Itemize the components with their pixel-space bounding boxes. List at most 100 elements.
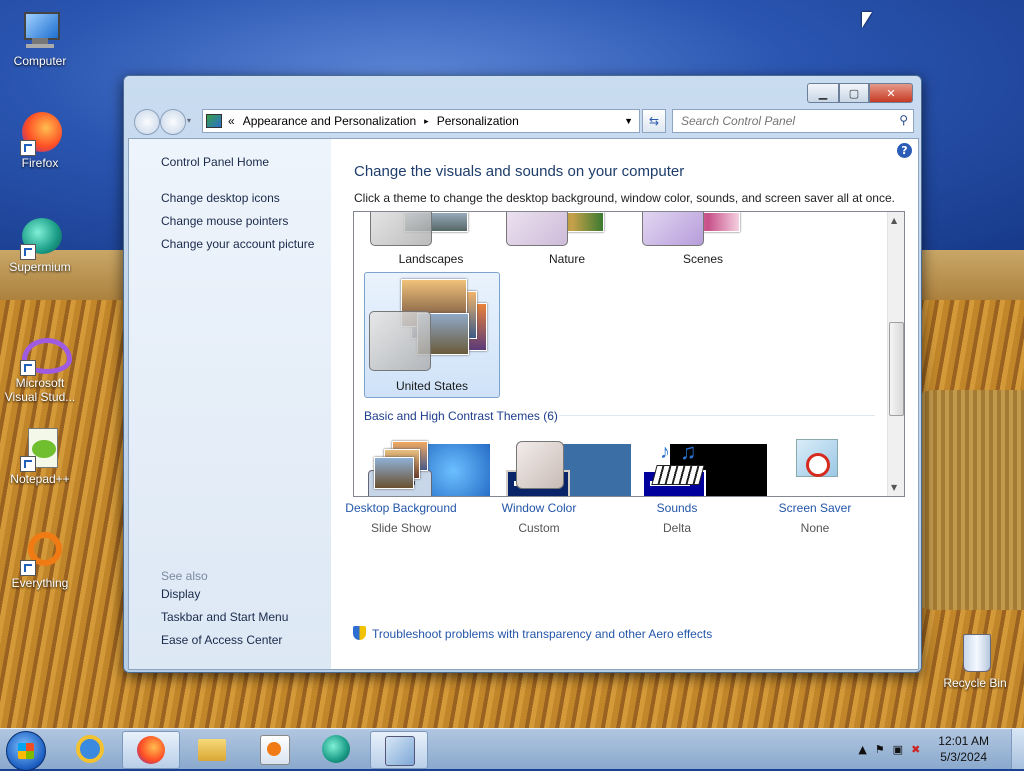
theme-nature[interactable]: Nature xyxy=(500,212,634,268)
notepadpp-icon xyxy=(18,426,62,472)
tile-label[interactable]: Window Color xyxy=(469,501,609,515)
taskbar-supermium[interactable] xyxy=(308,731,364,767)
theme-scenes[interactable]: Scenes xyxy=(636,212,770,268)
tile-window-color[interactable]: Window Color Custom xyxy=(469,439,609,535)
start-button[interactable] xyxy=(6,731,46,771)
recent-pages-chevron-icon[interactable]: ▾ xyxy=(187,116,191,125)
troubleshoot-link-text[interactable]: Troubleshoot problems with transparency … xyxy=(372,627,712,641)
sidebar-link-taskbar[interactable]: Taskbar and Start Menu xyxy=(161,610,288,624)
theme-label-scenes: Scenes xyxy=(682,252,724,266)
recycle-bin-icon xyxy=(953,630,997,674)
desktop-icon-recycle-bin[interactable]: Recycle Bin xyxy=(935,630,1015,690)
help-icon[interactable]: ? xyxy=(897,143,912,158)
group-divider xyxy=(559,415,875,416)
page-title: Change the visuals and sounds on your co… xyxy=(354,163,685,180)
screen-saver-icon xyxy=(784,439,846,495)
window-color-icon xyxy=(508,439,570,495)
breadcrumb-prefix[interactable]: « xyxy=(228,114,235,128)
tile-value: Slide Show xyxy=(370,521,432,535)
supermium-icon xyxy=(18,214,62,260)
folder-icon xyxy=(198,739,226,761)
breadcrumb-item-appearance[interactable]: Appearance and Personalization xyxy=(243,114,416,128)
sidebar-link-control-panel-home[interactable]: Control Panel Home xyxy=(161,155,269,169)
theme-label-landscapes: Landscapes xyxy=(398,252,464,266)
close-button[interactable]: ✕ xyxy=(869,83,913,103)
internet-explorer-icon xyxy=(76,735,104,763)
tile-sounds[interactable]: ♪ ♫ Sounds Delta xyxy=(607,439,747,535)
taskbar-media-player[interactable] xyxy=(246,731,302,767)
desktop-hay-bale xyxy=(905,390,1024,610)
address-bar[interactable]: « Appearance and Personalization ▸ Perso… xyxy=(202,109,640,133)
theme-list-scrollbar[interactable]: ▲ ▼ xyxy=(887,212,904,496)
desktop-icon-visual-studio[interactable]: Microsoft Visual Stud... xyxy=(0,330,80,404)
personalization-window: ▁ ▢ ✕ ▾ « Appearance and Personalization… xyxy=(123,75,922,673)
basic-themes-heading: Basic and High Contrast Themes (6) xyxy=(364,409,558,423)
desktop-icon-label: Recycle Bin xyxy=(943,676,1007,690)
forward-button[interactable] xyxy=(160,109,186,135)
back-button[interactable] xyxy=(134,109,160,135)
search-input[interactable] xyxy=(673,110,888,132)
action-center-flag-icon[interactable]: ⚑ xyxy=(875,743,885,756)
minimize-button[interactable]: ▁ xyxy=(807,83,839,103)
shortcut-arrow-icon xyxy=(20,244,36,260)
theme-label-united-states: United States xyxy=(395,379,469,393)
shortcut-arrow-icon xyxy=(20,360,36,376)
sidebar-link-desktop-icons[interactable]: Change desktop icons xyxy=(161,191,280,205)
search-box[interactable]: ⚲ xyxy=(672,109,914,133)
desktop-background-icon xyxy=(370,439,432,495)
breadcrumb-item-personalization[interactable]: Personalization xyxy=(437,114,519,128)
maximize-button[interactable]: ▢ xyxy=(839,83,869,103)
taskbar-firefox[interactable] xyxy=(122,731,180,769)
shortcut-arrow-icon xyxy=(20,140,36,156)
clock[interactable]: 12:01 AM 5/3/2024 xyxy=(938,733,989,765)
desktop-icon-firefox[interactable]: Firefox xyxy=(0,110,80,170)
search-icon[interactable]: ⚲ xyxy=(899,113,908,127)
taskbar: ▲ ⚑ ▣ ✖ 12:01 AM 5/3/2024 xyxy=(0,728,1024,771)
main-panel: ? Change the visuals and sounds on your … xyxy=(331,139,918,669)
tile-value: Delta xyxy=(662,521,691,535)
everything-search-icon xyxy=(18,530,62,576)
tile-label[interactable]: Sounds xyxy=(607,501,747,515)
sidebar-link-display[interactable]: Display xyxy=(161,587,200,601)
theme-landscapes[interactable]: Landscapes xyxy=(364,212,498,268)
show-desktop-button[interactable] xyxy=(1011,729,1024,769)
taskbar-control-panel[interactable] xyxy=(370,731,428,769)
scroll-thumb[interactable] xyxy=(889,322,904,416)
tile-label[interactable]: Desktop Background xyxy=(331,501,471,515)
control-panel-icon xyxy=(206,114,222,128)
address-dropdown-icon[interactable]: ▼ xyxy=(624,116,633,126)
sidebar-link-ease-of-access[interactable]: Ease of Access Center xyxy=(161,633,282,647)
sounds-icon: ♪ ♫ xyxy=(646,439,708,495)
taskbar-internet-explorer[interactable] xyxy=(62,731,118,767)
desktop-icon-notepadpp[interactable]: Notepad++ xyxy=(0,426,80,486)
theme-label-nature: Nature xyxy=(548,252,586,266)
show-hidden-icons-icon[interactable]: ▲ xyxy=(858,743,866,756)
theme-united-states[interactable]: United States xyxy=(364,272,500,398)
scroll-down-arrow-icon[interactable]: ▼ xyxy=(891,483,897,492)
refresh-button[interactable]: ⇆ xyxy=(642,109,666,133)
taskbar-explorer[interactable] xyxy=(184,731,240,767)
tile-screen-saver[interactable]: Screen Saver None xyxy=(745,439,885,535)
clock-date: 5/3/2024 xyxy=(940,750,987,764)
tile-label[interactable]: Screen Saver xyxy=(745,501,885,515)
desktop-icon-label: Microsoft Visual Stud... xyxy=(4,376,76,404)
control-panel-icon xyxy=(385,736,415,766)
desktop-icon-supermium[interactable]: Supermium xyxy=(0,214,80,274)
sidebar-link-mouse-pointers[interactable]: Change mouse pointers xyxy=(161,214,288,228)
scroll-up-arrow-icon[interactable]: ▲ xyxy=(891,216,897,225)
system-tray: ▲ ⚑ ▣ ✖ 12:01 AM 5/3/2024 xyxy=(858,729,1024,769)
network-icon[interactable]: ▣ xyxy=(893,743,903,756)
desktop-icon-everything[interactable]: Everything xyxy=(0,530,80,590)
sidebar-link-account-picture[interactable]: Change your account picture xyxy=(161,237,314,251)
tile-desktop-background[interactable]: Desktop Background Slide Show xyxy=(331,439,471,535)
page-description: Click a theme to change the desktop back… xyxy=(354,191,895,205)
breadcrumb-separator[interactable]: ▸ xyxy=(424,116,429,127)
visual-studio-icon xyxy=(18,330,72,376)
desktop-icon-label: Supermium xyxy=(9,260,71,274)
supermium-icon xyxy=(322,735,350,763)
desktop-icon-computer[interactable]: Computer xyxy=(0,8,80,68)
troubleshoot-link[interactable]: Troubleshoot problems with transparency … xyxy=(353,626,712,641)
firefox-icon xyxy=(18,110,62,156)
media-player-icon xyxy=(260,735,290,765)
volume-muted-icon[interactable]: ✖ xyxy=(911,743,920,756)
